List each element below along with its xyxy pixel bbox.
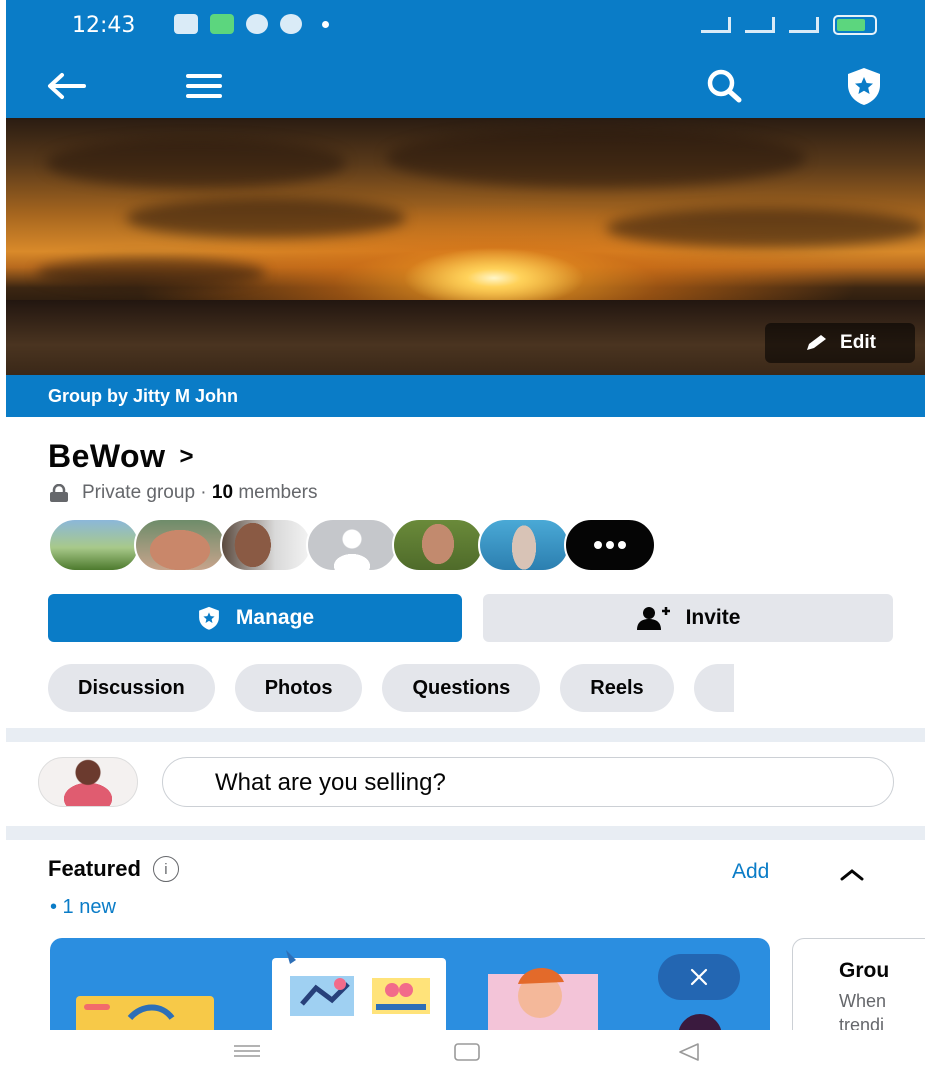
edit-cover-button[interactable]: Edit [765,323,915,363]
manage-label: Manage [235,606,315,629]
featured-header: Featured i [48,856,179,882]
menu-button[interactable] [182,64,226,108]
chevron-right-icon: > [179,442,194,470]
app-notification-icon [246,14,268,34]
status-time: 12:43 [72,13,136,38]
recent-apps-icon[interactable] [232,1044,262,1058]
featured-new-count: • 1 new [50,896,116,918]
tab-discussion[interactable]: Discussion [48,664,215,712]
chevron-up-icon [840,869,864,881]
more-members-button[interactable] [564,518,656,572]
search-icon [707,69,742,103]
avatar[interactable] [38,757,138,807]
app-notification-icon [280,14,302,34]
cover-photo: Edit [6,118,925,375]
collapse-button[interactable] [836,862,868,886]
group-name: BeWow [48,438,166,474]
back-button[interactable] [44,64,88,108]
tab-photos[interactable]: Photos [234,664,363,712]
manage-button[interactable]: Manage [48,594,462,642]
lock-icon [50,484,68,502]
group-meta: Private group · 10 members [48,482,318,504]
member-avatars[interactable] [48,518,656,572]
hamburger-icon [186,74,222,98]
group-tabs: Discussion Photos Questions Reels [48,664,734,712]
signal-icon [789,17,819,33]
card-description-line: When [839,991,887,1011]
avatar[interactable] [220,518,312,572]
section-divider [6,826,925,840]
signal-icon [745,17,775,33]
shield-star-icon [848,68,880,105]
back-nav-icon[interactable] [676,1042,702,1062]
edit-label: Edit [840,332,876,353]
more-dots-icon [594,541,626,549]
back-arrow-icon [48,73,86,99]
member-count: 10 [211,482,234,503]
status-bar: 12:43 [6,0,925,52]
app-notification-icon [210,14,234,34]
featured-title: Featured [48,856,141,881]
admin-tools-button[interactable] [842,64,886,108]
dismiss-card-button[interactable] [658,954,740,1000]
tab-questions[interactable]: Questions [382,664,541,712]
avatar[interactable] [48,518,140,572]
battery-icon [833,15,877,35]
section-divider [6,728,925,742]
privacy-label: Private group · [82,482,207,503]
close-icon [690,968,708,986]
group-byline[interactable]: Group by Jitty M John [6,375,925,417]
add-person-icon [636,607,670,630]
home-icon[interactable] [452,1042,482,1062]
featured-card[interactable]: Grou When trendi [792,938,925,1038]
add-featured-link[interactable]: Add [732,860,769,884]
avatar[interactable] [392,518,484,572]
members-label: members [238,482,318,503]
shield-star-icon [199,606,219,630]
system-nav-bar [0,1030,925,1068]
avatar[interactable] [306,518,398,572]
featured-card[interactable] [50,938,770,1038]
more-notifications-icon [322,20,329,28]
info-icon[interactable]: i [152,856,179,882]
tab-reels[interactable]: Reels [560,664,674,712]
search-button[interactable] [702,64,746,108]
wifi-icon [701,17,731,33]
composer-input[interactable]: What are you selling? [162,757,894,807]
app-bar [6,52,925,118]
post-composer: What are you selling? [38,757,898,813]
system-icons [701,15,877,35]
invite-button[interactable]: Invite [483,594,893,642]
pencil-icon [807,335,827,350]
notification-icons [174,14,329,34]
avatar[interactable] [134,518,226,572]
avatar[interactable] [478,518,570,572]
card-title: Grou [839,959,890,982]
tab-more[interactable] [693,664,734,712]
invite-label: Invite [685,606,741,629]
group-title[interactable]: BeWow > [48,438,194,475]
sms-icon [174,14,198,34]
